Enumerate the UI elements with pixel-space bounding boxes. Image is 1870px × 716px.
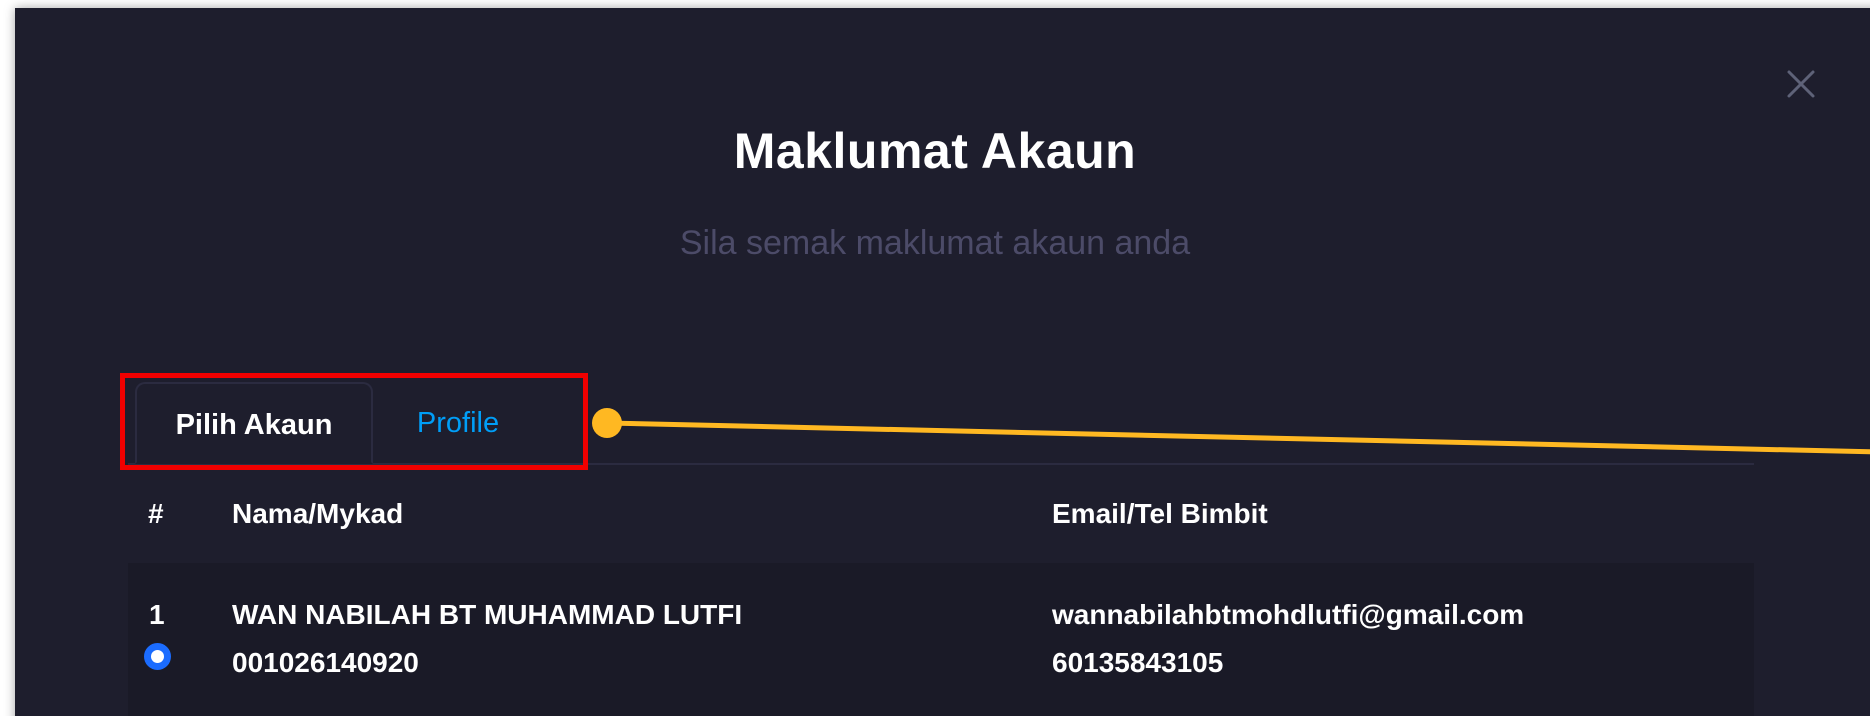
row-index: 1 <box>149 599 165 630</box>
account-select-radio[interactable] <box>144 643 171 670</box>
row-mykad: 001026140920 <box>232 647 419 678</box>
row-name: WAN NABILAH BT MUHAMMAD LUTFI <box>232 599 743 630</box>
callout-line <box>606 420 1870 455</box>
column-header-email: Email/Tel Bimbit <box>1052 498 1268 529</box>
row-phone: 60135843105 <box>1052 647 1224 678</box>
callout-dot <box>592 408 622 438</box>
column-header-index: # <box>148 498 164 529</box>
row-email: wannabilahbtmohdlutfi@gmail.com <box>1052 599 1525 630</box>
column-header-name: Nama/Mykad <box>232 498 404 529</box>
table-row[interactable] <box>128 563 1754 716</box>
screenshot-stage: Maklumat Akaun Sila semak maklumat akaun… <box>0 0 1870 716</box>
